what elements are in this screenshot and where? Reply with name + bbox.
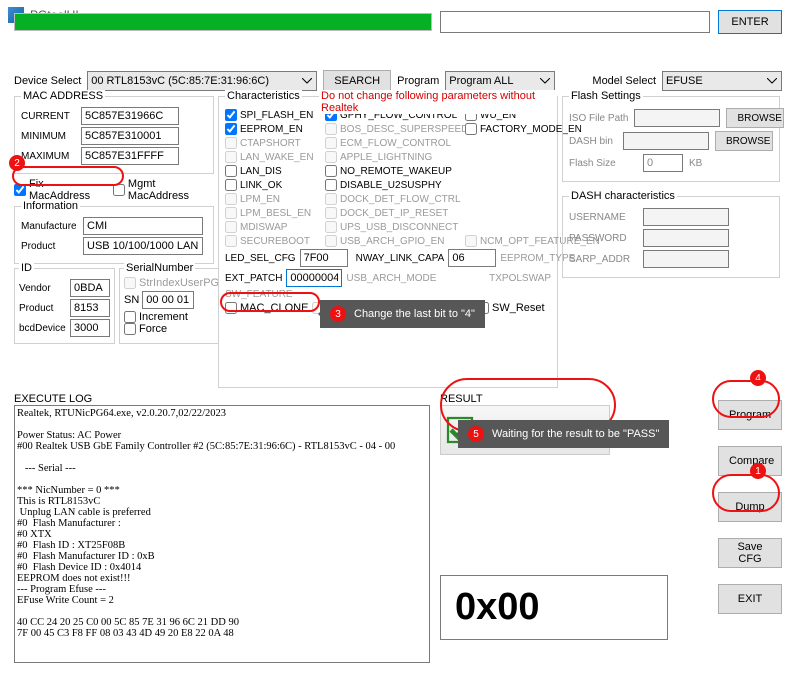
- ext-patch-input[interactable]: [286, 269, 342, 287]
- flash-settings-group: Flash Settings ISO File PathBROWSE DASH …: [562, 96, 780, 182]
- mac-address-group: MAC ADDRESS CURRENT MINIMUM MAXIMUM: [14, 96, 214, 174]
- model-select-label: Model Select: [592, 75, 656, 87]
- dash-characteristics-group: DASH characteristics USERNAME PASSWORD S…: [562, 196, 780, 278]
- execute-log[interactable]: Realtek, RTUNicPG64.exe, v2.0.20.7,02/22…: [14, 405, 430, 663]
- dash-password-input: [643, 229, 729, 247]
- char-spi-flash-en[interactable]: SPI_FLASH_EN: [225, 109, 325, 121]
- sn-input[interactable]: [142, 291, 194, 309]
- program-select[interactable]: Program ALL: [445, 71, 555, 91]
- browse-iso-button[interactable]: BROWSE: [726, 108, 784, 128]
- char-disable-u2susphy[interactable]: DISABLE_U2SUSPHY: [325, 179, 465, 191]
- product-id-input[interactable]: [70, 299, 110, 317]
- vendor-id-input[interactable]: [70, 279, 110, 297]
- sw-reset-checkbox[interactable]: SW_Reset: [477, 302, 545, 314]
- str-index-checkbox[interactable]: StrIndexUserPG: [124, 277, 214, 289]
- char-no-remote-wakeup[interactable]: NO_REMOTE_WAKEUP: [325, 165, 465, 177]
- char-mdiswap: MDISWAP: [225, 221, 325, 233]
- char-dock-det-ip-reset: DOCK_DET_IP_RESET: [325, 207, 465, 219]
- char-: [465, 221, 565, 233]
- char-: [465, 137, 565, 149]
- led-sel-cfg-input[interactable]: [300, 249, 348, 267]
- compare-button[interactable]: Compare: [718, 446, 782, 476]
- self-power-checkbox: SELF_POWER: [383, 302, 473, 314]
- char-: [465, 179, 565, 191]
- manufacturer-input[interactable]: [83, 217, 203, 235]
- search-button[interactable]: SEARCH: [323, 70, 391, 92]
- char-lan-wake-en: LAN_WAKE_EN: [225, 151, 325, 163]
- result-code: 0x00: [440, 575, 668, 640]
- model-select[interactable]: EFUSE: [662, 71, 782, 91]
- char-ecm-flow-control: ECM_FLOW_CONTROL: [325, 137, 465, 149]
- char-: [465, 207, 565, 219]
- mgmt-mac-checkbox[interactable]: Mgmt MacAddress: [113, 178, 214, 202]
- char-: [465, 193, 565, 205]
- program-button[interactable]: Program: [718, 400, 782, 430]
- mac-clone-checkbox[interactable]: MAC_CLONE: [225, 302, 308, 314]
- force-checkbox[interactable]: Force: [124, 323, 214, 335]
- iso-path-input: [634, 109, 720, 127]
- id-group: ID Vendor Product bcdDevice: [14, 268, 115, 344]
- char-ups-usb-disconnect: UPS_USB_DISCONNECT: [325, 221, 465, 233]
- docking-checkbox: DOCKING: [312, 302, 378, 314]
- char-lpm-besl-en: LPM_BESL_EN: [225, 207, 325, 219]
- characteristics-group: Characteristics Do not change following …: [218, 96, 558, 388]
- information-group: Information Manufacture Product: [14, 206, 214, 264]
- exit-button[interactable]: EXIT: [718, 584, 782, 614]
- char-: [465, 151, 565, 163]
- char-ctapshort: CTAPSHORT: [225, 137, 325, 149]
- char-link-ok[interactable]: LINK_OK: [225, 179, 325, 191]
- char-: [465, 165, 565, 177]
- serial-number-group: SerialNumber StrIndexUserPG SN Increment…: [119, 268, 219, 344]
- increment-checkbox[interactable]: Increment: [124, 311, 214, 323]
- char-usb-arch-gpio-en: USB_ARCH_GPIO_EN: [325, 235, 465, 247]
- dump-button[interactable]: Dump: [718, 492, 782, 522]
- bcd-device-input[interactable]: [70, 319, 110, 337]
- char-lan-dis[interactable]: LAN_DIS: [225, 165, 325, 177]
- char-bos-desc-superspeed: BOS_DESC_SUPERSPEED: [325, 123, 465, 135]
- save-cfg-button[interactable]: Save CFG: [718, 538, 782, 568]
- result-label: RESULT: [440, 393, 668, 405]
- pass-badge: PASS: [440, 405, 610, 455]
- mac-max-input[interactable]: [81, 147, 179, 165]
- dash-sarp-input: [643, 250, 729, 268]
- execute-log-label: EXECUTE LOG: [14, 393, 430, 405]
- char-dock-det-flow-ctrl: DOCK_DET_FLOW_CTRL: [325, 193, 465, 205]
- char-secureboot: SECUREBOOT: [225, 235, 325, 247]
- char-eeprom-en[interactable]: EEPROM_EN: [225, 123, 325, 135]
- dash-username-input: [643, 208, 729, 226]
- characteristics-warning: Do not change following parameters witho…: [319, 90, 557, 114]
- char-apple-lightning: APPLE_LIGHTNING: [325, 151, 465, 163]
- checkmark-icon: [445, 415, 475, 445]
- browse-dash-button[interactable]: BROWSE: [715, 131, 773, 151]
- enter-button[interactable]: ENTER: [718, 10, 782, 34]
- flash-size-input: [643, 154, 683, 172]
- fix-mac-checkbox[interactable]: Fix MacAddress: [14, 178, 103, 202]
- mac-min-input[interactable]: [81, 127, 179, 145]
- device-select[interactable]: 00 RTL8153vC (5C:85:7E:31:96:6C): [87, 71, 317, 91]
- char-lpm-en: LPM_EN: [225, 193, 325, 205]
- progress-bar: [14, 13, 432, 31]
- mac-current-input[interactable]: [81, 107, 179, 125]
- product-input[interactable]: [83, 237, 203, 255]
- dash-bin-input: [623, 132, 709, 150]
- nway-link-capa-input[interactable]: [448, 249, 496, 267]
- device-select-label: Device Select: [14, 75, 81, 87]
- program-label: Program: [397, 75, 439, 87]
- char-ncm-opt-feature-en: NCM_OPT_FEATURE_EN: [465, 235, 565, 247]
- command-input[interactable]: [440, 11, 710, 33]
- char-factory-mode-en[interactable]: FACTORY_MODE_EN: [465, 123, 565, 135]
